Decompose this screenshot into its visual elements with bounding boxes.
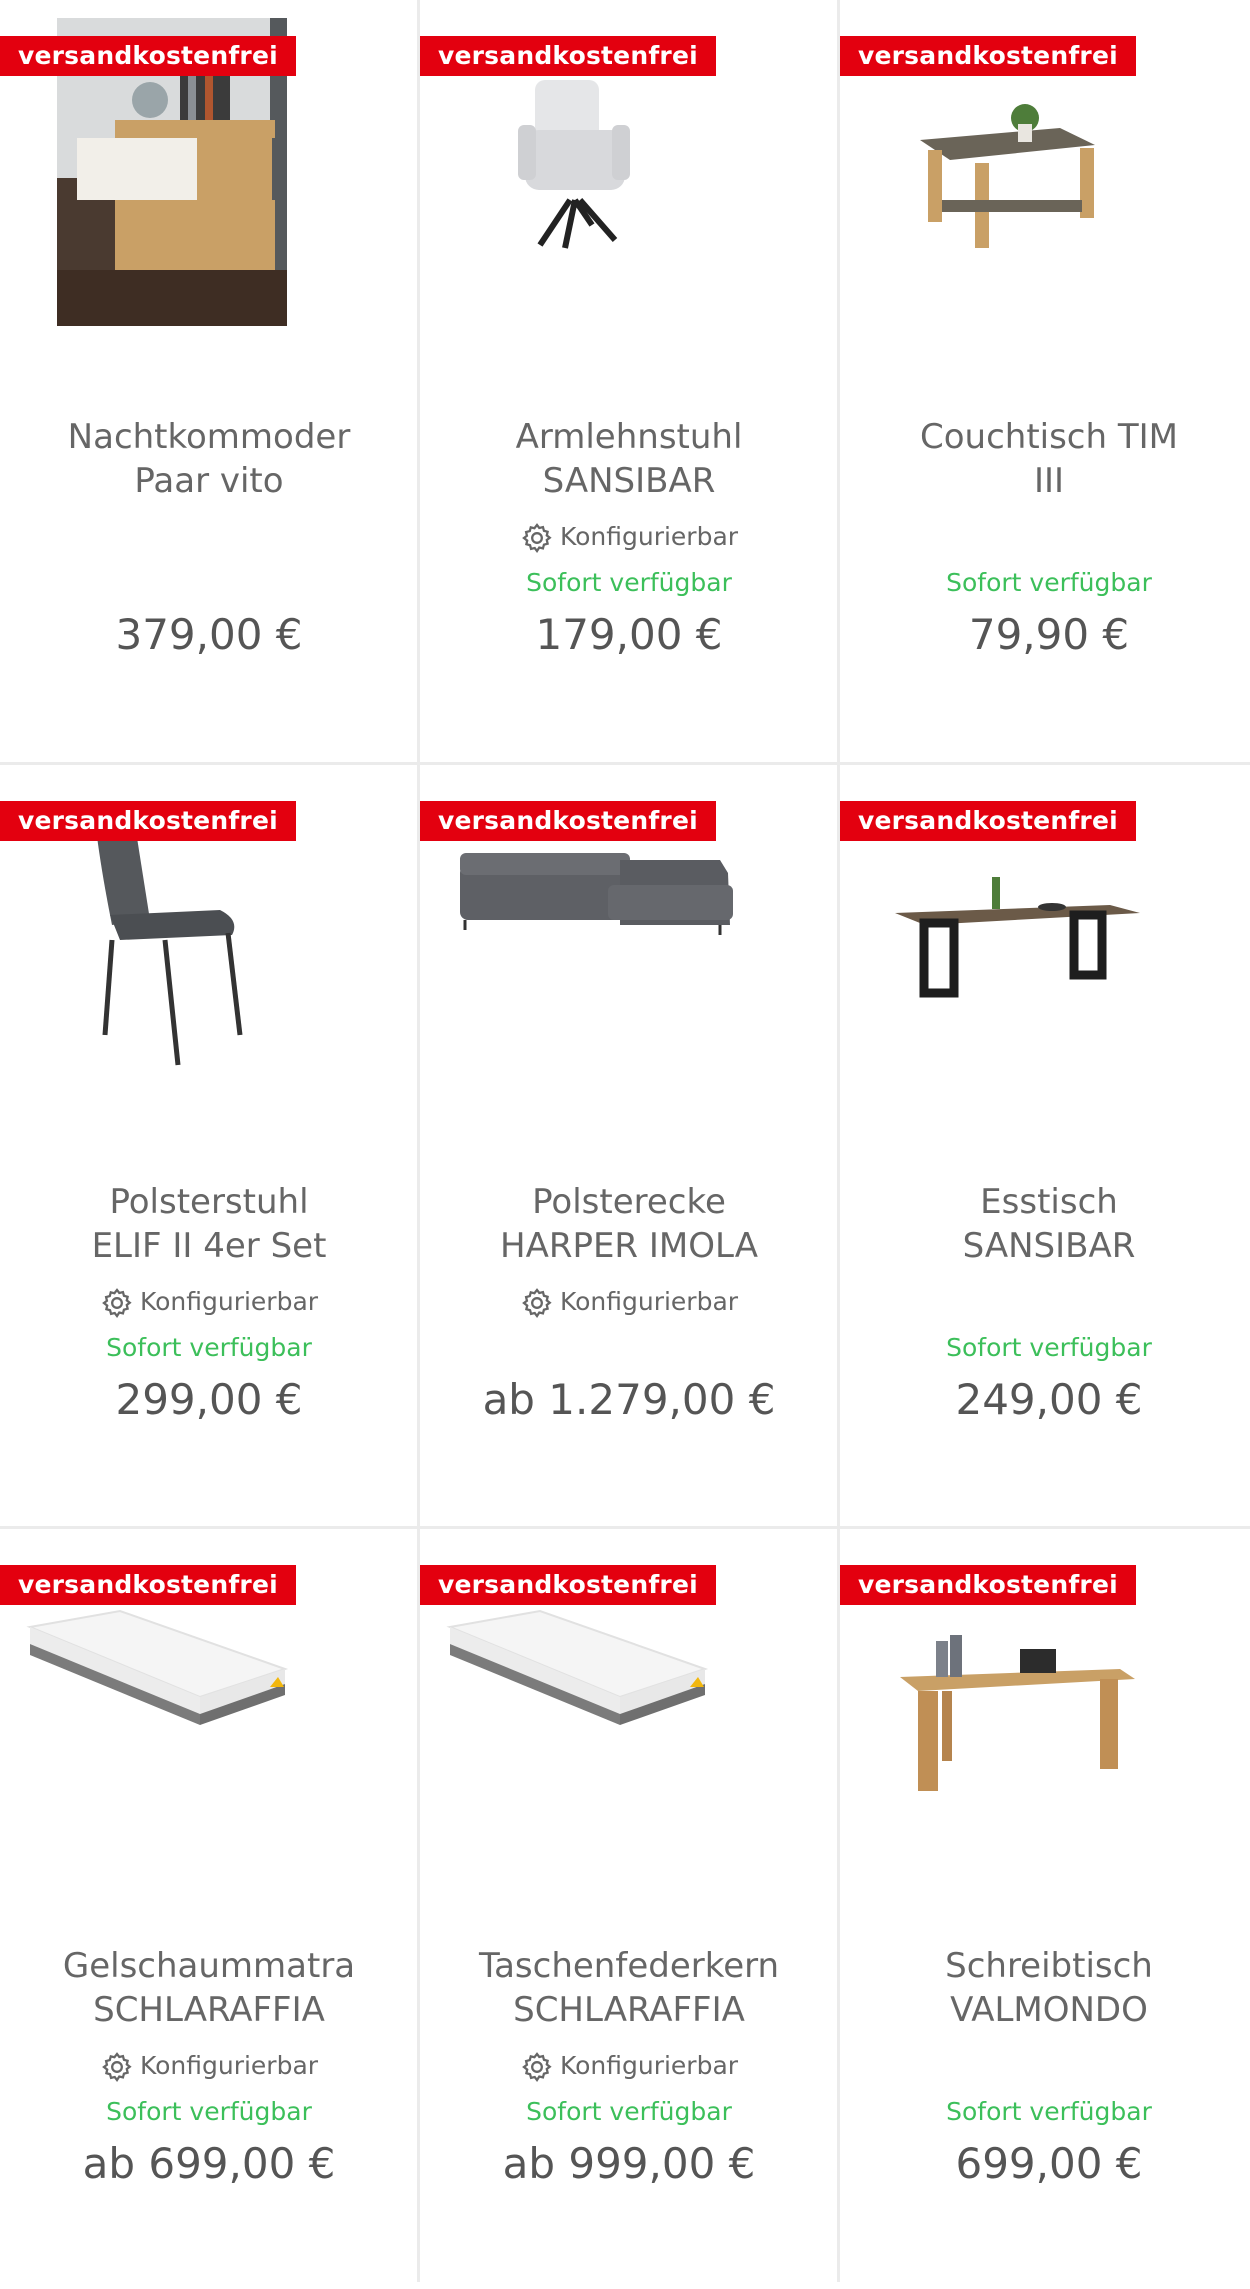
product-title[interactable]: Polsterstuhl ELIF II 4er Set (14, 1180, 404, 1268)
product-title-line2: III (1033, 461, 1065, 501)
configurable-indicator: Konfigurierbar (420, 1283, 838, 1321)
availability-status: Sofort verfügbar (946, 2097, 1152, 2126)
configurable-indicator: Konfigurierbar (0, 1283, 418, 1321)
product-grid: versandkostenfrei Nachtkommoder Paar vit… (0, 0, 1250, 2282)
product-price: 699,00 € (955, 2139, 1143, 2188)
gear-icon (102, 2052, 132, 2083)
availability-status: Sofort verfügbar (946, 568, 1152, 597)
product-price: 79,90 € (968, 610, 1130, 659)
gear-icon (522, 2052, 552, 2083)
product-title-line1: Schreibtisch (945, 1946, 1153, 1986)
product-card[interactable]: versandkostenfrei Gelschaummatra SCHLARA… (0, 1529, 418, 2289)
product-card[interactable]: versandkostenfrei Couchtisch TIM III Sof… (840, 0, 1250, 760)
product-price: 249,00 € (955, 1375, 1143, 1424)
free-shipping-badge: versandkostenfrei (420, 801, 716, 841)
product-title-line2: SANSIBAR (542, 461, 716, 501)
configurable-label: Konfigurierbar (559, 1287, 739, 1316)
free-shipping-badge: versandkostenfrei (840, 1565, 1136, 1605)
product-card[interactable]: versandkostenfrei Taschenfederkern SCHLA… (420, 1529, 838, 2289)
product-title-line2: VALMONDO (950, 1990, 1148, 2030)
configurable-indicator: Konfigurierbar (420, 2047, 838, 2085)
free-shipping-badge: versandkostenfrei (0, 1565, 296, 1605)
product-title-line2: SANSIBAR (962, 1226, 1136, 1266)
product-title[interactable]: Polsterecke HARPER IMOLA (434, 1180, 824, 1268)
product-price: ab 1.279,00 € (482, 1375, 776, 1424)
product-title[interactable]: Armlehnstuhl SANSIBAR (434, 415, 824, 503)
product-card[interactable]: versandkostenfrei Armlehnstuhl SANSIBAR … (420, 0, 838, 760)
free-shipping-badge: versandkostenfrei (0, 801, 296, 841)
product-card[interactable]: versandkostenfrei Polsterecke HARPER IMO… (420, 765, 1035, 1525)
free-shipping-badge: versandkostenfrei (840, 36, 1136, 76)
availability-status: Sofort verfügbar (526, 568, 732, 597)
product-title-line1: Nachtkommoder (67, 417, 351, 457)
availability-status: Sofort verfügbar (106, 2097, 312, 2126)
configurable-label: Konfigurierbar (559, 2051, 739, 2080)
product-title-line1: Polsterstuhl (109, 1182, 309, 1222)
product-title-line1: Gelschaummatra (62, 1946, 356, 1986)
product-card[interactable]: versandkostenfrei Nachtkommoder Paar vit… (0, 0, 418, 760)
configurable-label: Konfigurierbar (559, 522, 739, 551)
product-card[interactable]: versandkostenfrei Esstisch SANSIBAR Sofo… (840, 765, 1250, 1525)
configurable-label: Konfigurierbar (139, 2051, 319, 2080)
product-card[interactable]: versandkostenfrei Schreibtisch VALMONDO … (840, 1529, 1250, 2289)
product-title-line2: Paar vito (134, 461, 284, 501)
free-shipping-badge: versandkostenfrei (0, 36, 296, 76)
product-title-line2: SCHLARAFFIA (93, 1990, 325, 2030)
configurable-label: Konfigurierbar (139, 1287, 319, 1316)
free-shipping-badge: versandkostenfrei (420, 1565, 716, 1605)
product-price: ab 999,00 € (502, 2139, 756, 2188)
free-shipping-badge: versandkostenfrei (840, 801, 1136, 841)
product-card[interactable]: versandkostenfrei Polsterstuhl ELIF II 4… (0, 765, 418, 1525)
product-title[interactable]: Taschenfederkern SCHLARAFFIA (434, 1944, 824, 2032)
availability-status: Sofort verfügbar (106, 1333, 312, 1362)
configurable-indicator: Konfigurierbar (420, 518, 838, 556)
gear-icon (522, 523, 552, 554)
product-title[interactable]: Nachtkommoder Paar vito (14, 415, 404, 503)
gear-icon (102, 1288, 132, 1319)
product-title-line2: ELIF II 4er Set (91, 1226, 327, 1266)
product-title[interactable]: Gelschaummatra SCHLARAFFIA (14, 1944, 404, 2032)
product-title-line1: Couchtisch TIM (919, 417, 1178, 457)
product-price: 379,00 € (115, 610, 303, 659)
product-price: 179,00 € (535, 610, 723, 659)
product-title[interactable]: Esstisch SANSIBAR (854, 1180, 1244, 1268)
product-price: 299,00 € (115, 1375, 303, 1424)
product-title-line2: SCHLARAFFIA (513, 1990, 745, 2030)
product-title[interactable]: Schreibtisch VALMONDO (854, 1944, 1244, 2032)
product-title-line1: Esstisch (980, 1182, 1118, 1222)
product-title[interactable]: Couchtisch TIM III (854, 415, 1244, 503)
product-title-line1: Armlehnstuhl (515, 417, 743, 457)
free-shipping-badge: versandkostenfrei (420, 36, 716, 76)
configurable-indicator: Konfigurierbar (0, 2047, 418, 2085)
availability-status: Sofort verfügbar (526, 2097, 732, 2126)
product-price: ab 699,00 € (82, 2139, 336, 2188)
availability-status: Sofort verfügbar (946, 1333, 1152, 1362)
gear-icon (522, 1288, 552, 1319)
product-title-line2: HARPER IMOLA (500, 1226, 758, 1266)
product-title-line1: Taschenfederkern (478, 1946, 780, 1986)
product-title-line1: Polsterecke (532, 1182, 726, 1222)
